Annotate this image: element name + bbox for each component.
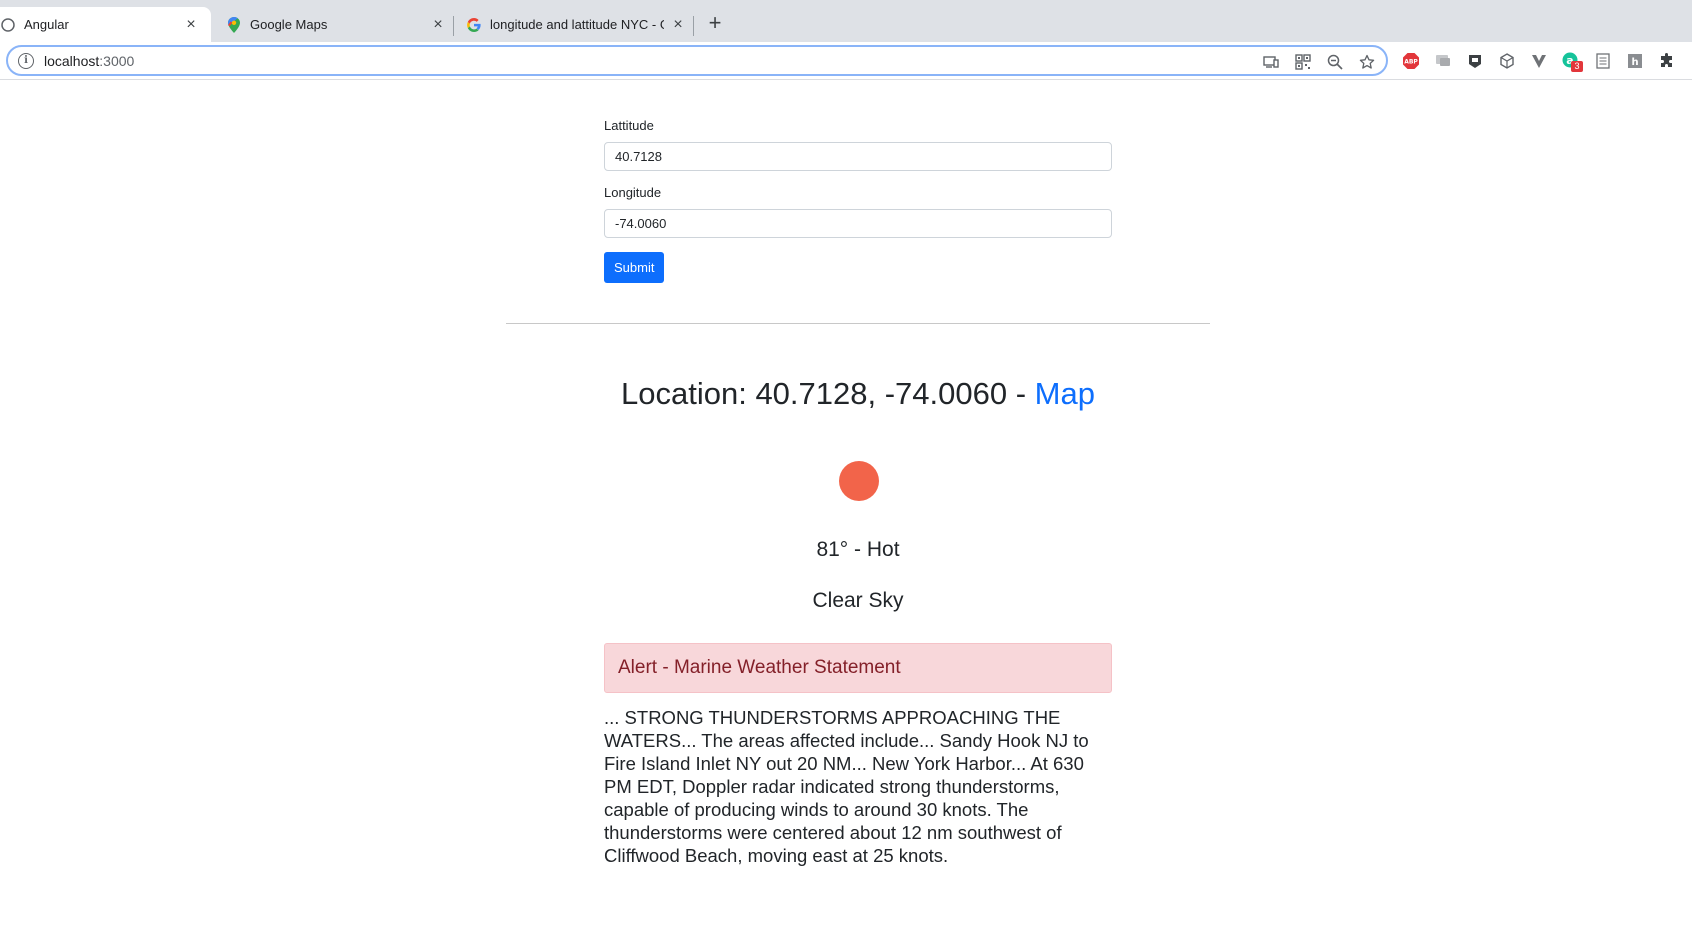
zoom-out-icon[interactable] <box>1326 53 1344 71</box>
sky-condition-text: Clear Sky <box>812 589 904 612</box>
page-content: Lattitude Longitude Submit Location: 40.… <box>0 80 1692 931</box>
close-icon[interactable]: × <box>183 16 199 33</box>
tab-angular[interactable]: Angular × <box>0 7 211 42</box>
hn-icon[interactable]: h <box>1626 52 1644 70</box>
location-heading: Location: 40.7128, -74.0060 - Map <box>0 376 1692 412</box>
latitude-field-group: Lattitude <box>604 118 1112 171</box>
svg-text:ABP: ABP <box>1404 59 1418 66</box>
close-icon[interactable]: × <box>430 16 446 33</box>
bookmark-star-icon[interactable] <box>1358 53 1376 71</box>
longitude-field-group: Longitude <box>604 185 1112 238</box>
cast-icon[interactable] <box>1262 53 1280 71</box>
alert-description: ... STRONG THUNDERSTORMS APPROACHING THE… <box>604 707 1089 866</box>
address-bar[interactable]: i localhost:3000 <box>6 45 1388 76</box>
browser-toolbar: i localhost:3000 ABP a 3 h <box>0 42 1692 80</box>
tab-title: Google Maps <box>250 17 328 32</box>
extensions-icon[interactable] <box>1658 52 1676 70</box>
temperature-text: 81° - Hot <box>816 538 900 561</box>
tab-strip: Angular × Google Maps × longitude and la… <box>0 0 1692 42</box>
url-host: localhost <box>44 52 100 69</box>
temperature-status-indicator <box>839 461 879 501</box>
latitude-input[interactable] <box>604 142 1112 171</box>
extension-badge: 3 <box>1571 61 1583 72</box>
close-icon[interactable]: × <box>670 16 686 33</box>
tab-title: Angular <box>24 17 69 32</box>
puzzle-shield-icon[interactable] <box>1466 52 1484 70</box>
longitude-input[interactable] <box>604 209 1112 238</box>
tab-google-maps[interactable]: Google Maps × <box>226 7 446 42</box>
omnibox-actions <box>1262 53 1376 71</box>
new-tab-button[interactable]: + <box>703 12 727 36</box>
weather-alert-banner: Alert - Marine Weather Statement <box>604 643 1112 693</box>
angular-favicon-icon <box>0 17 16 33</box>
abp-icon[interactable]: ABP <box>1402 52 1420 70</box>
latitude-label: Lattitude <box>604 118 654 133</box>
map-link[interactable]: Map <box>1035 376 1095 411</box>
info-icon[interactable]: i <box>18 52 34 69</box>
alert-title: Alert - Marine Weather Statement <box>618 657 901 678</box>
tab-title: longitude and lattitude NYC - G <box>490 17 664 32</box>
v-icon[interactable] <box>1530 52 1548 70</box>
tab-separator <box>453 16 454 36</box>
longitude-label: Longitude <box>604 185 662 200</box>
tab-google-search[interactable]: longitude and lattitude NYC - G × <box>466 7 686 42</box>
qr-code-icon[interactable] <box>1294 53 1312 71</box>
tab-separator <box>693 16 694 36</box>
url-text[interactable]: localhost:3000 <box>44 53 134 69</box>
section-divider <box>506 323 1210 324</box>
google-maps-favicon-icon <box>226 16 242 33</box>
google-favicon-icon <box>466 17 482 33</box>
url-port: :3000 <box>99 52 135 69</box>
coordinates-form: Lattitude Longitude Submit <box>604 118 1112 283</box>
submit-button[interactable]: Submit <box>604 252 665 283</box>
doc-icon[interactable] <box>1594 52 1612 70</box>
svg-text:h: h <box>1631 57 1638 68</box>
grammarly-icon[interactable]: a 3 <box>1562 52 1583 72</box>
extensions-bar: ABP a 3 h <box>1402 52 1676 72</box>
location-text: Location: 40.7128, -74.0060 - <box>621 376 1035 411</box>
screen-icon[interactable] <box>1434 52 1452 70</box>
cube-icon[interactable] <box>1498 52 1516 70</box>
